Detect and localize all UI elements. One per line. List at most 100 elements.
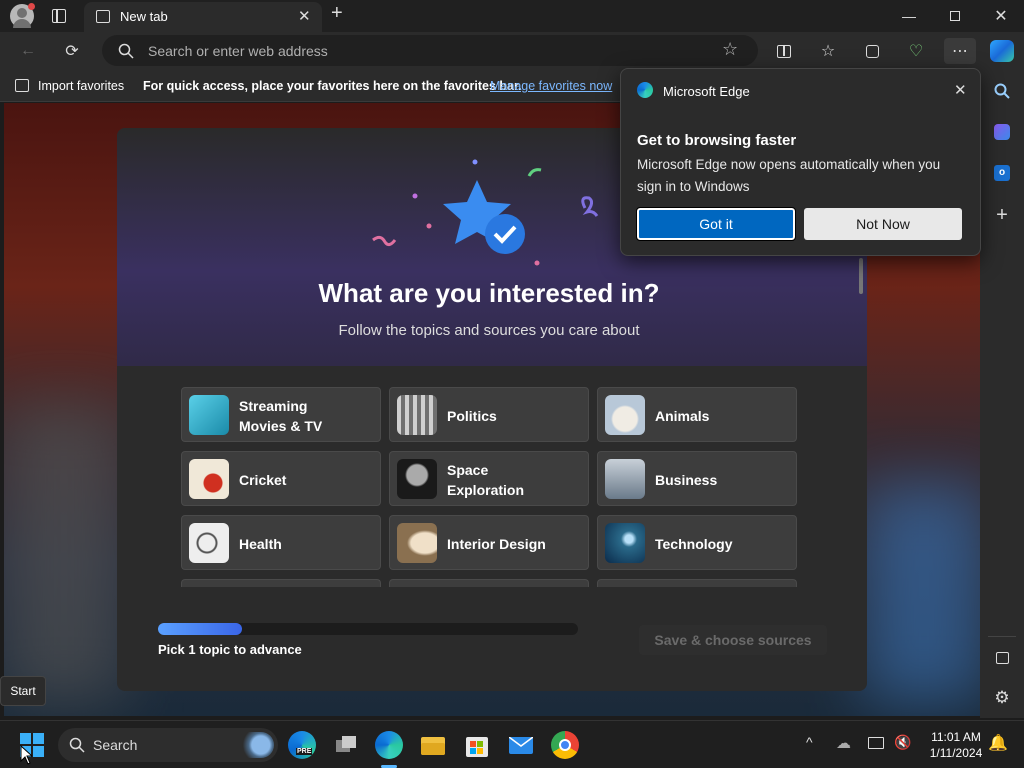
topic-animals[interactable]: Animals (597, 387, 797, 442)
topic-label: Interior Design (447, 535, 546, 552)
not-now-button[interactable]: Not Now (804, 208, 962, 240)
topic-cricket[interactable]: Cricket (181, 451, 381, 506)
topic-technology[interactable]: Technology (597, 515, 797, 570)
add-sidebar-app-icon[interactable]: + (990, 203, 1014, 227)
topic-politics[interactable]: Politics (389, 387, 589, 442)
workspaces-icon[interactable] (52, 9, 66, 23)
taskbar-search-label: Search (93, 737, 138, 753)
import-favorites-icon (15, 79, 29, 92)
favorite-star-icon[interactable]: ☆ (722, 39, 738, 60)
close-window-button[interactable]: ✕ (978, 0, 1024, 32)
topic-label: Streaming Movies & TV (239, 397, 323, 434)
sidebar-settings-icon[interactable]: ⚙ (990, 686, 1014, 710)
minimize-button[interactable]: ― (886, 0, 932, 32)
progress-bar (158, 623, 578, 635)
file-explorer-icon[interactable] (419, 731, 447, 759)
topic-partial (597, 579, 797, 587)
tab-new-tab[interactable]: New tab ✕ (84, 2, 322, 32)
settings-more-icon[interactable]: ⋯ (944, 38, 976, 64)
search-icon (118, 43, 134, 59)
browser-essentials-icon[interactable]: ♡ (902, 38, 930, 64)
space-thumbnail (397, 459, 437, 499)
topic-partial (389, 579, 589, 587)
new-tab-icon (96, 10, 110, 23)
mouse-cursor-icon (20, 745, 32, 765)
health-thumbnail (189, 523, 229, 563)
topic-label: Animals (655, 407, 710, 424)
outlook-icon[interactable]: o (990, 161, 1014, 185)
split-screen-icon[interactable] (770, 38, 798, 64)
taskbar-search[interactable]: Search (58, 728, 278, 762)
hide-sidebar-icon[interactable] (990, 646, 1014, 670)
back-button[interactable]: ← (14, 38, 42, 64)
clock-date: 1/11/2024 (929, 746, 983, 760)
collections-icon[interactable] (858, 38, 886, 64)
restore-button[interactable] (932, 0, 978, 32)
dialog-heading: What are you interested in? (318, 278, 660, 308)
topic-label: Politics (447, 407, 497, 424)
topic-label: Space Exploration (447, 461, 525, 498)
popup-message: Microsoft Edge now opens automatically w… (637, 157, 941, 194)
topic-interior-design[interactable]: Interior Design (389, 515, 589, 570)
cricket-thumbnail (189, 459, 229, 499)
onedrive-icon[interactable]: ☁ (836, 734, 851, 752)
topic-label: Business (655, 471, 718, 488)
designer-icon[interactable] (990, 120, 1014, 144)
favorites-icon[interactable]: ☆ (814, 38, 842, 64)
navigation-bar: ← ⟳ Search or enter web address ☆ ☆ ♡ ⋯ (0, 32, 1024, 70)
topic-label: Technology (655, 535, 733, 552)
start-tooltip: Start (0, 676, 46, 706)
chrome-icon[interactable] (551, 731, 579, 759)
popup-app-name: Microsoft Edge (663, 84, 750, 99)
topic-streaming[interactable]: Streaming Movies & TV (181, 387, 381, 442)
taskbar: Search PRE ^ ☁ 🔇 11:01 AM 1/11/2024 🔔 (0, 720, 1024, 768)
interior-design-thumbnail (397, 523, 437, 563)
profile-avatar[interactable] (10, 3, 35, 28)
dialog-subheading: Follow the topics and sources you care a… (338, 322, 640, 339)
topic-partial (181, 579, 381, 587)
save-choose-sources-button[interactable]: Save & choose sources (639, 625, 827, 655)
topic-health[interactable]: Health (181, 515, 381, 570)
manage-favorites-link[interactable]: Manage favorites now (490, 79, 612, 93)
pre-badge: PRE (296, 748, 313, 755)
volume-muted-icon[interactable]: 🔇 (894, 734, 911, 751)
star-check-illustration (372, 159, 599, 266)
store-icon[interactable] (463, 731, 491, 759)
refresh-button[interactable]: ⟳ (58, 38, 86, 64)
tab-title: New tab (120, 9, 168, 24)
search-icon (69, 737, 85, 753)
search-highlight-icon (230, 732, 274, 758)
edge-icon[interactable] (375, 731, 403, 759)
search-icon[interactable] (990, 79, 1014, 103)
popup-close-icon[interactable]: ✕ (954, 81, 967, 99)
new-tab-button[interactable]: + (331, 2, 343, 25)
topic-business[interactable]: Business (597, 451, 797, 506)
import-favorites-button[interactable]: Import favorites (38, 79, 124, 93)
topic-label: Health (239, 535, 282, 552)
edge-logo-icon (637, 82, 653, 98)
business-thumbnail (605, 459, 645, 499)
mail-icon[interactable] (507, 731, 535, 759)
copilot-icon[interactable] (990, 40, 1014, 62)
notifications-bell-icon[interactable]: 🔔 (988, 733, 1008, 753)
streaming-thumbnail (189, 395, 229, 435)
favorites-bar-message: For quick access, place your favorites h… (143, 79, 522, 93)
politics-thumbnail (397, 395, 437, 435)
close-tab-icon[interactable]: ✕ (298, 7, 311, 25)
animals-thumbnail (605, 395, 645, 435)
got-it-button[interactable]: Got it (636, 207, 796, 241)
popup-title: Get to browsing faster (637, 132, 797, 149)
dialog-scrollbar[interactable] (859, 258, 863, 294)
show-hidden-icons[interactable]: ^ (806, 734, 813, 750)
system-clock[interactable]: 11:01 AM 1/11/2024 (918, 729, 994, 761)
edge-startup-popup: Microsoft Edge ✕ Get to browsing faster … (620, 68, 981, 256)
edge-preview-icon[interactable]: PRE (288, 731, 316, 759)
clock-time: 11:01 AM (931, 730, 981, 744)
address-bar[interactable]: Search or enter web address ☆ (102, 35, 758, 66)
network-icon[interactable] (868, 737, 884, 749)
title-bar: New tab ✕ + ― ✕ (0, 0, 1024, 32)
edge-sidebar: o + ⚙ (980, 70, 1024, 718)
topic-space[interactable]: Space Exploration (389, 451, 589, 506)
progress-fill (158, 623, 242, 635)
task-view-icon[interactable] (332, 731, 360, 759)
